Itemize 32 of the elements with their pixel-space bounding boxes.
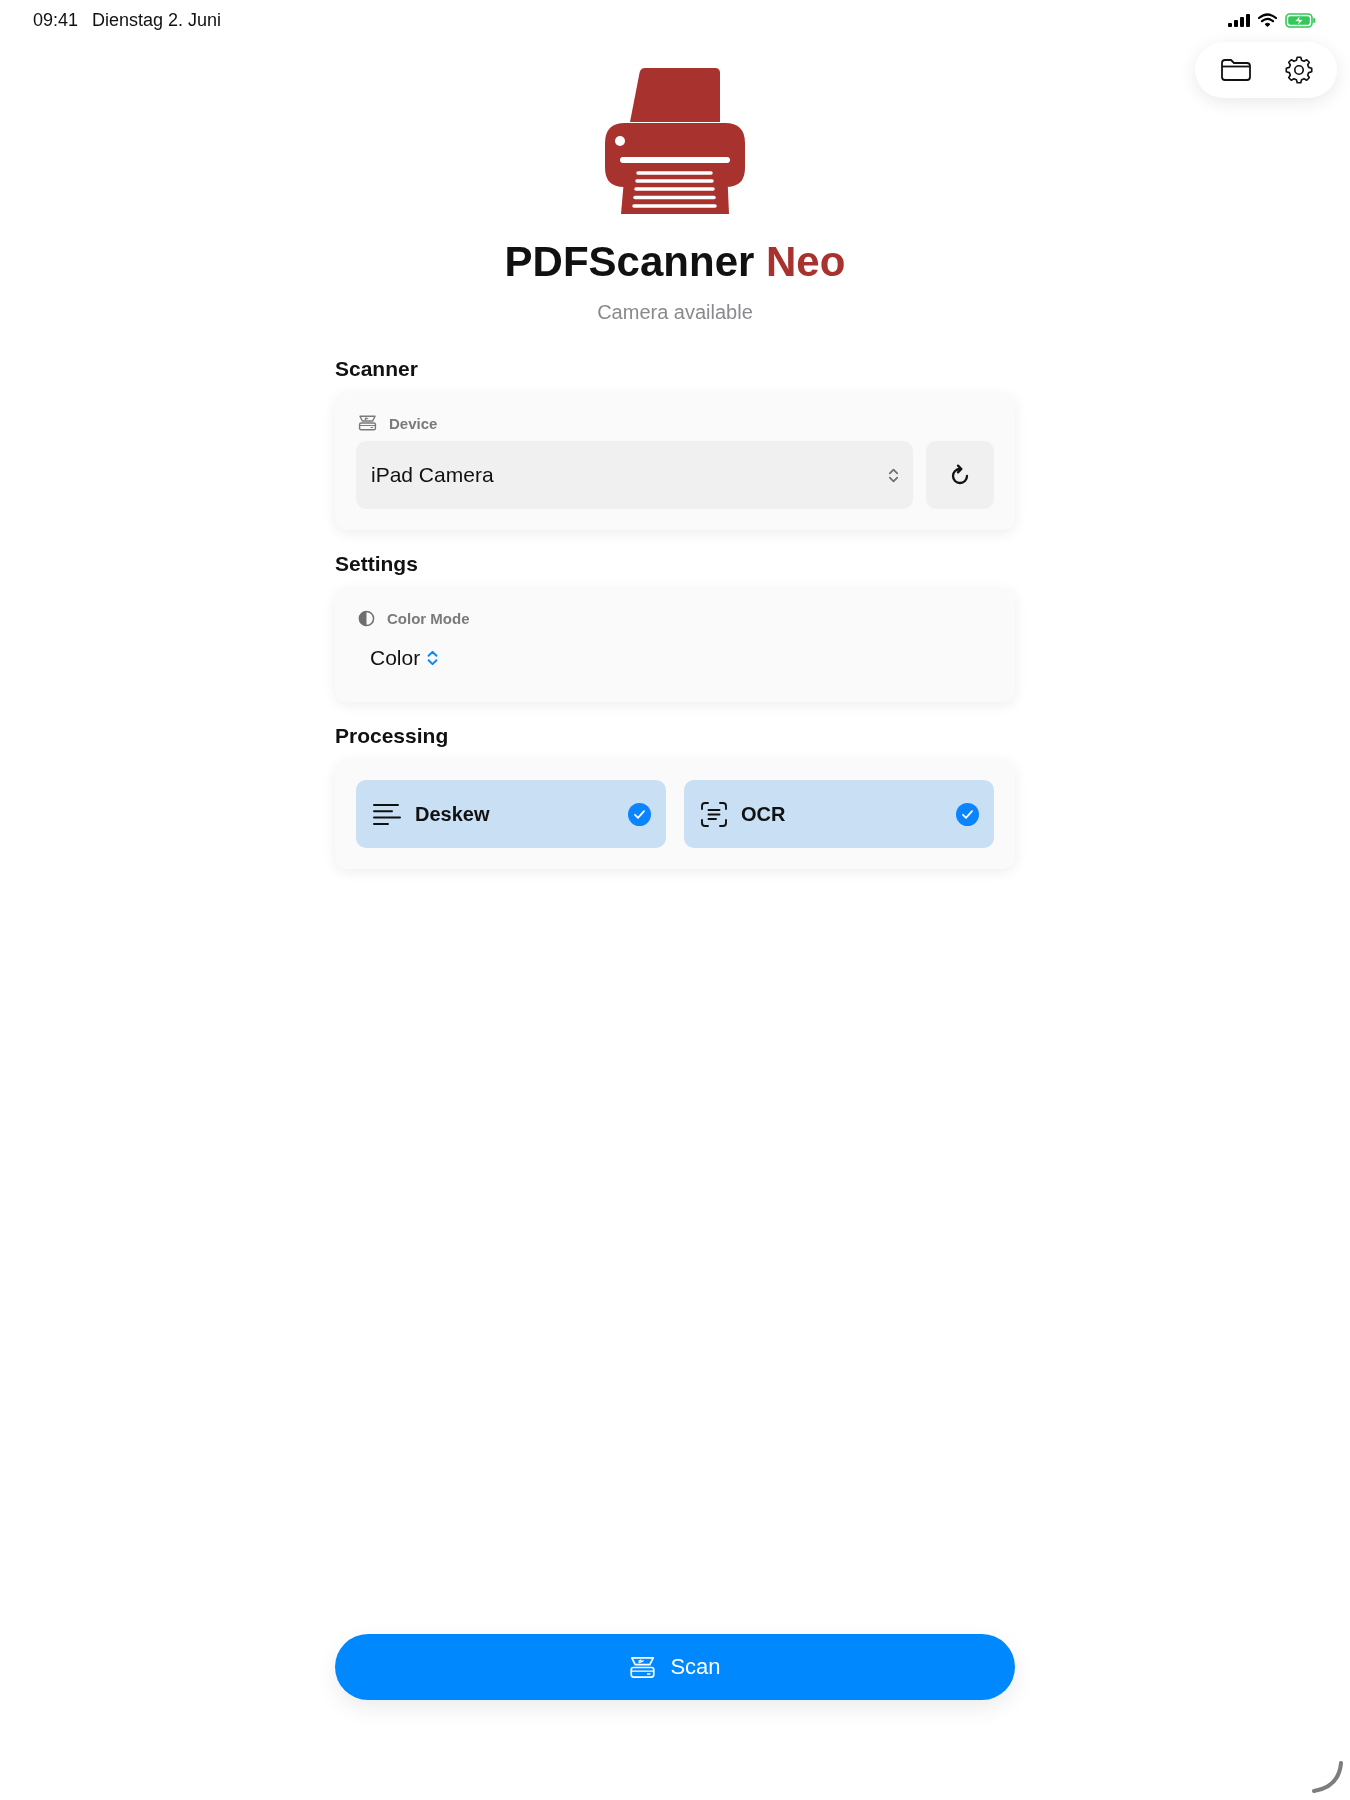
color-mode-menu[interactable]: Color <box>370 644 440 672</box>
section-heading: Processing <box>335 723 450 749</box>
section-heading: Settings <box>335 551 419 577</box>
checkmark-icon <box>628 802 651 826</box>
chevron-up-down-icon <box>426 649 440 667</box>
device-picker[interactable]: iPad Camera <box>356 441 913 509</box>
battery-icon <box>1285 12 1316 28</box>
resize-handle-icon[interactable] <box>1311 1761 1343 1793</box>
status-date: Dienstag 2. Juni <box>92 9 222 31</box>
refresh-button[interactable] <box>926 441 994 509</box>
folder-button[interactable] <box>1219 58 1252 82</box>
option-toggle[interactable]: OCR <box>684 780 994 848</box>
scanner-icon <box>629 1655 657 1679</box>
chevron-up-down-icon <box>888 466 899 484</box>
settings-icon <box>1284 56 1313 84</box>
lines-icon <box>373 802 401 826</box>
field-label: Color Mode <box>387 609 470 627</box>
wifi-icon <box>1258 13 1277 27</box>
folder-icon <box>1219 58 1252 82</box>
camera-status-text: Camera available <box>596 300 754 324</box>
contrast-icon <box>358 609 375 627</box>
app-title: PDFScanner Neo <box>503 237 847 287</box>
scanner-icon <box>358 415 377 431</box>
signal-icon <box>1228 13 1250 27</box>
field-label: Device <box>389 414 438 432</box>
settings-button[interactable] <box>1284 56 1313 84</box>
scan-button[interactable]: Scan <box>335 1634 1015 1700</box>
text-in-frame-icon <box>701 801 727 827</box>
status-time: 09:41 <box>33 9 79 31</box>
section-heading: Scanner <box>335 356 419 382</box>
checkmark-icon <box>956 802 979 826</box>
option-toggle[interactable]: Deskew <box>356 780 666 848</box>
